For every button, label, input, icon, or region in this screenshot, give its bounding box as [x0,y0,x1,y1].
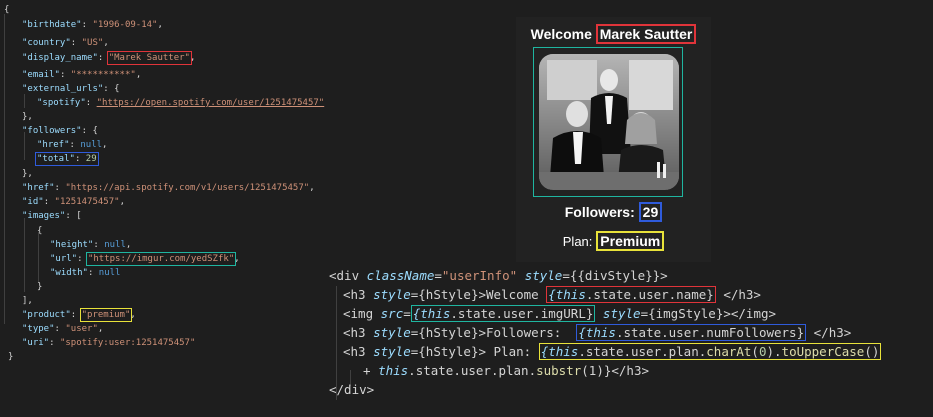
plan-expression: {this.state.user.plan.charAt(0).toUpperC… [538,343,882,360]
user-name-value: Marek Sautter [595,24,697,44]
indent-guide [4,14,5,324]
json-line-email: "email": "**********", [22,70,142,80]
indent-guide [24,132,25,160]
json-line-height: "height": null, [50,240,132,250]
json-line-country: "country": "US", [22,38,109,48]
json-line-href: "href": "https://api.spotify.com/v1/user… [22,183,315,193]
indent-guide [38,232,39,282]
indent-guide [24,94,25,108]
json-viewer: { "birthdate": "1996-09-14", "country": … [0,0,360,417]
code-line-6: + this.state.user.plan.substr(1)}</h3> [363,363,649,378]
followers-heading: Followers: 29 [516,202,711,222]
json-line: } [37,282,43,292]
json-line-id: "id": "1251475457", [22,197,125,207]
json-line-uri: "uri": "spotify:user:1251475457" [22,338,196,348]
json-line-spotify: "spotify": "https://open.spotify.com/use… [37,98,325,108]
json-line-width: "width": null [50,268,121,278]
profile-photo-image [539,54,679,190]
json-line: }, [22,169,33,179]
json-line-external-urls: "external_urls": { [22,84,120,94]
code-line-4: <h3 style={hStyle}>Followers: {this.stat… [343,324,852,341]
json-line-product: "product": "premium", [22,308,136,322]
code-line-7: </div> [329,382,375,397]
spotify-url-link[interactable]: "https://open.spotify.com/user/125147545… [97,98,325,108]
display-name-highlight: "Marek Sautter" [106,51,192,65]
user-name-expression: {this.state.user.name} [546,286,716,303]
followers-count-value: 29 [638,202,663,222]
image-url-highlight: "https://imgur.com/yedSZfk" [85,252,237,266]
num-followers-expression: {this.state.user.numFollowers} [576,324,807,341]
rendered-user-info: Welcome Marek Sautter Followers: 29 Plan… [516,17,711,262]
plan-value: Premium [596,231,665,251]
code-line-2: <h3 style={hStyle}>Welcome {this.state.u… [343,286,761,303]
json-line-display-name: "display_name": "Marek Sautter", [22,51,196,65]
json-line-images: "images": [ [22,211,82,221]
json-line-total: "total": 29 [35,152,99,166]
json-line-type: "type": "user", [22,324,104,334]
followers-total-highlight: "total": 29 [35,152,99,166]
json-line-href: "href": null, [37,140,108,150]
json-line-url: "url": "https://imgur.com/yedSZfk", [50,252,240,266]
json-line-followers: "followers": { [22,126,98,136]
code-line-1: <div className="userInfo" style={{divSty… [329,268,668,283]
code-line-3: <img src= {this.state.user.imgURL} style=… [343,305,777,322]
img-url-expression: {this.state.user.imgURL} [410,305,596,322]
indent-guide [24,218,25,292]
plan-heading: Plan: Premium [516,231,711,251]
product-highlight: "premium" [79,308,133,322]
profile-photo [539,54,679,190]
json-line-birthdate: "birthdate": "1996-09-14", [22,20,163,30]
welcome-heading: Welcome Marek Sautter [516,24,711,44]
json-line: } [8,352,14,362]
profile-image-frame [533,47,683,197]
json-line: ], [22,296,33,306]
jsx-code-editor: <div className="userInfo" style={{divSty… [325,268,933,417]
json-line: { [37,226,43,236]
json-line: }, [22,112,33,122]
code-line-5: <h3 style={hStyle}> Plan: {this.state.us… [343,343,882,360]
json-line: { [4,5,10,15]
